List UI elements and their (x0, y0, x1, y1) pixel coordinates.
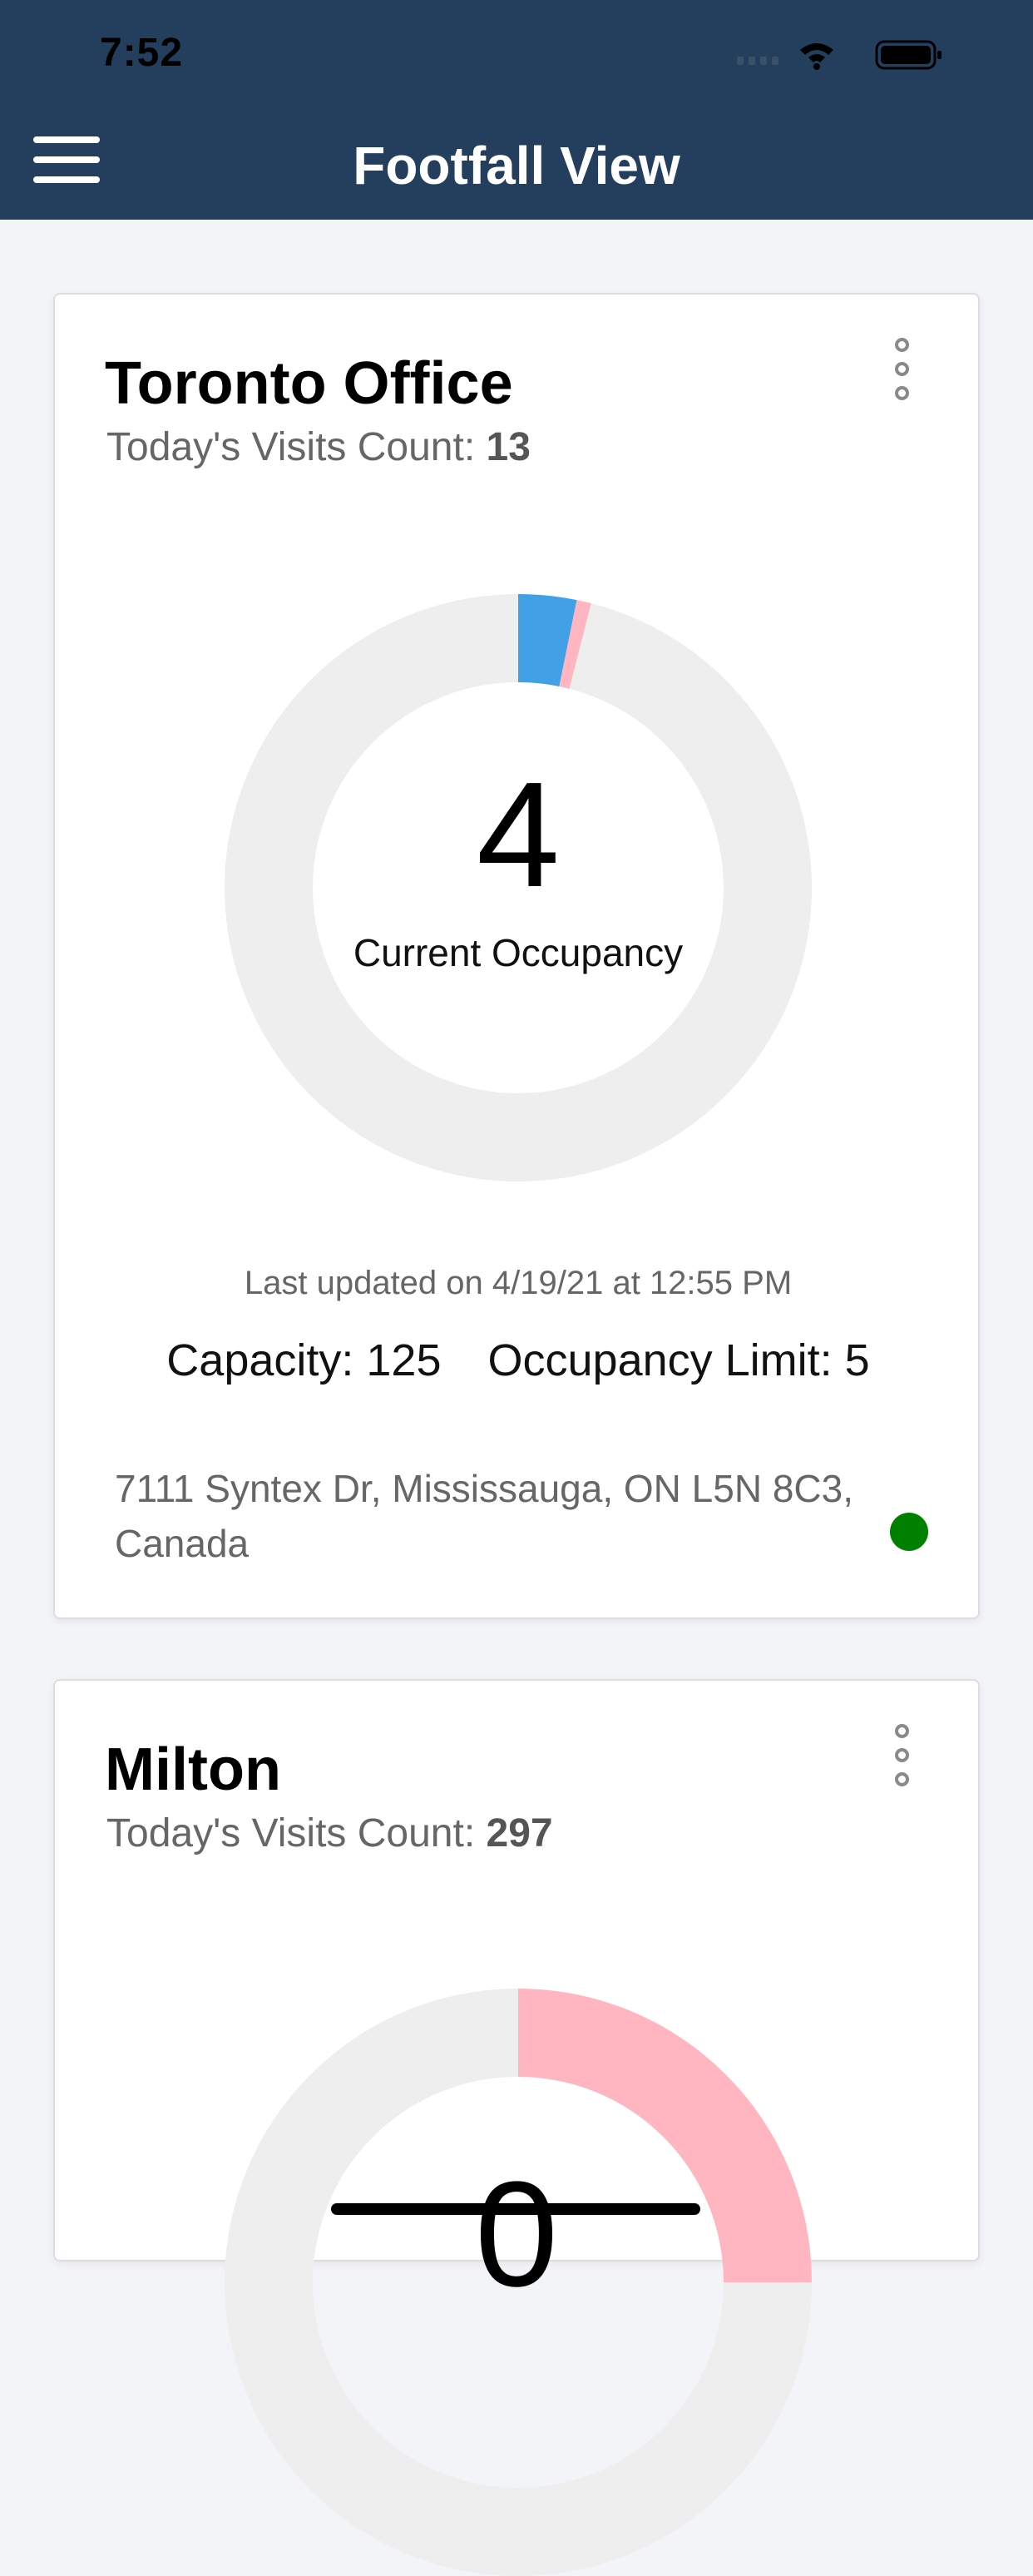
app-header: 7:52 Footfall View (0, 0, 1033, 220)
site-address: 7111 Syntex Dr, Mississauga, ON L5N 8C3,… (115, 1467, 854, 1565)
occupancy-limit-text: Occupancy Limit: 5 (487, 1335, 870, 1385)
visits-count: Today's Visits Count: 13 (106, 424, 531, 470)
current-occupancy-value: 0 (474, 2151, 559, 2318)
more-options-button[interactable] (887, 338, 917, 418)
capacity-stats: Capacity: 125 Occupancy Limit: 5 (55, 1335, 981, 1386)
current-occupancy-label: Current Occupancy (353, 931, 684, 974)
site-name: Toronto Office (105, 350, 513, 417)
site-name: Milton (105, 1736, 281, 1803)
site-card[interactable]: Toronto Office Today's Visits Count: 13 … (53, 293, 980, 1619)
last-updated-text: Last updated on 4/19/21 at 12:55 PM (244, 1265, 793, 1301)
status-time: 7:52 (100, 31, 184, 75)
status-indicator (890, 1513, 928, 1551)
more-vertical-icon (887, 1724, 917, 1786)
more-vertical-icon (887, 338, 917, 400)
visits-label: Today's Visits Count: (106, 1811, 487, 1855)
status-icons (737, 40, 942, 70)
capacity-text: Capacity: 125 (166, 1335, 442, 1385)
visits-value: 13 (486, 425, 531, 469)
wifi-icon (800, 43, 833, 70)
cellular-signal-icon (737, 57, 778, 65)
page-title: Footfall View (353, 136, 680, 196)
occupancy-strike-bar (331, 2203, 700, 2215)
visits-value: 297 (486, 1811, 553, 1855)
visits-label: Today's Visits Count: (106, 425, 487, 469)
more-options-button[interactable] (887, 1724, 917, 1804)
current-occupancy-value: 4 (476, 751, 561, 919)
visits-count: Today's Visits Count: 297 (106, 1811, 553, 1856)
battery-icon (875, 40, 942, 70)
